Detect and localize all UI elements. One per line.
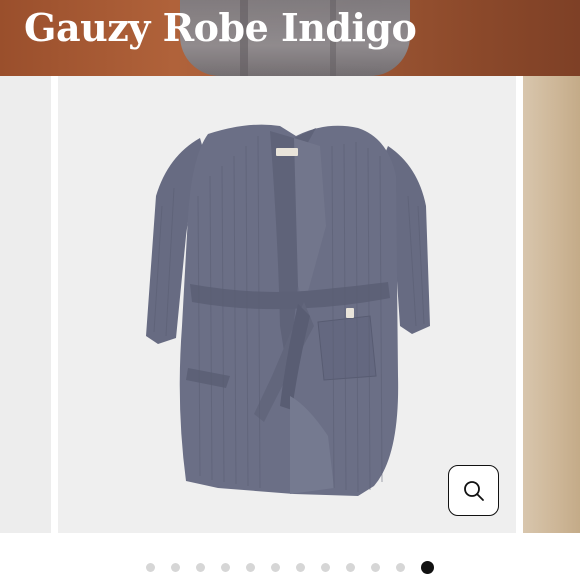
pagination-dot[interactable] <box>271 562 280 572</box>
pagination-dot[interactable] <box>321 562 330 572</box>
pagination-dot[interactable] <box>296 562 305 572</box>
pagination-dot[interactable] <box>146 562 155 572</box>
pagination-dot[interactable] <box>346 562 355 572</box>
robe-image <box>146 124 430 496</box>
pagination-dot[interactable] <box>396 562 405 572</box>
pagination-dot-active[interactable] <box>421 560 434 574</box>
gallery-pagination <box>0 556 580 578</box>
main-product-image[interactable] <box>58 76 516 533</box>
zoom-button[interactable] <box>448 465 499 516</box>
product-image-gallery[interactable] <box>0 76 580 533</box>
pagination-dot[interactable] <box>246 562 255 572</box>
pagination-dot[interactable] <box>171 562 180 572</box>
pagination-dot[interactable] <box>371 562 380 572</box>
product-title: Gauzy Robe Indigo <box>24 5 417 50</box>
hero-banner: Gauzy Robe Indigo <box>0 0 580 76</box>
pagination-dot[interactable] <box>221 562 230 572</box>
magnifier-icon <box>463 480 484 501</box>
next-slide-peek[interactable] <box>523 76 580 533</box>
previous-slide-peek[interactable] <box>0 76 51 533</box>
pagination-dot[interactable] <box>196 562 205 572</box>
